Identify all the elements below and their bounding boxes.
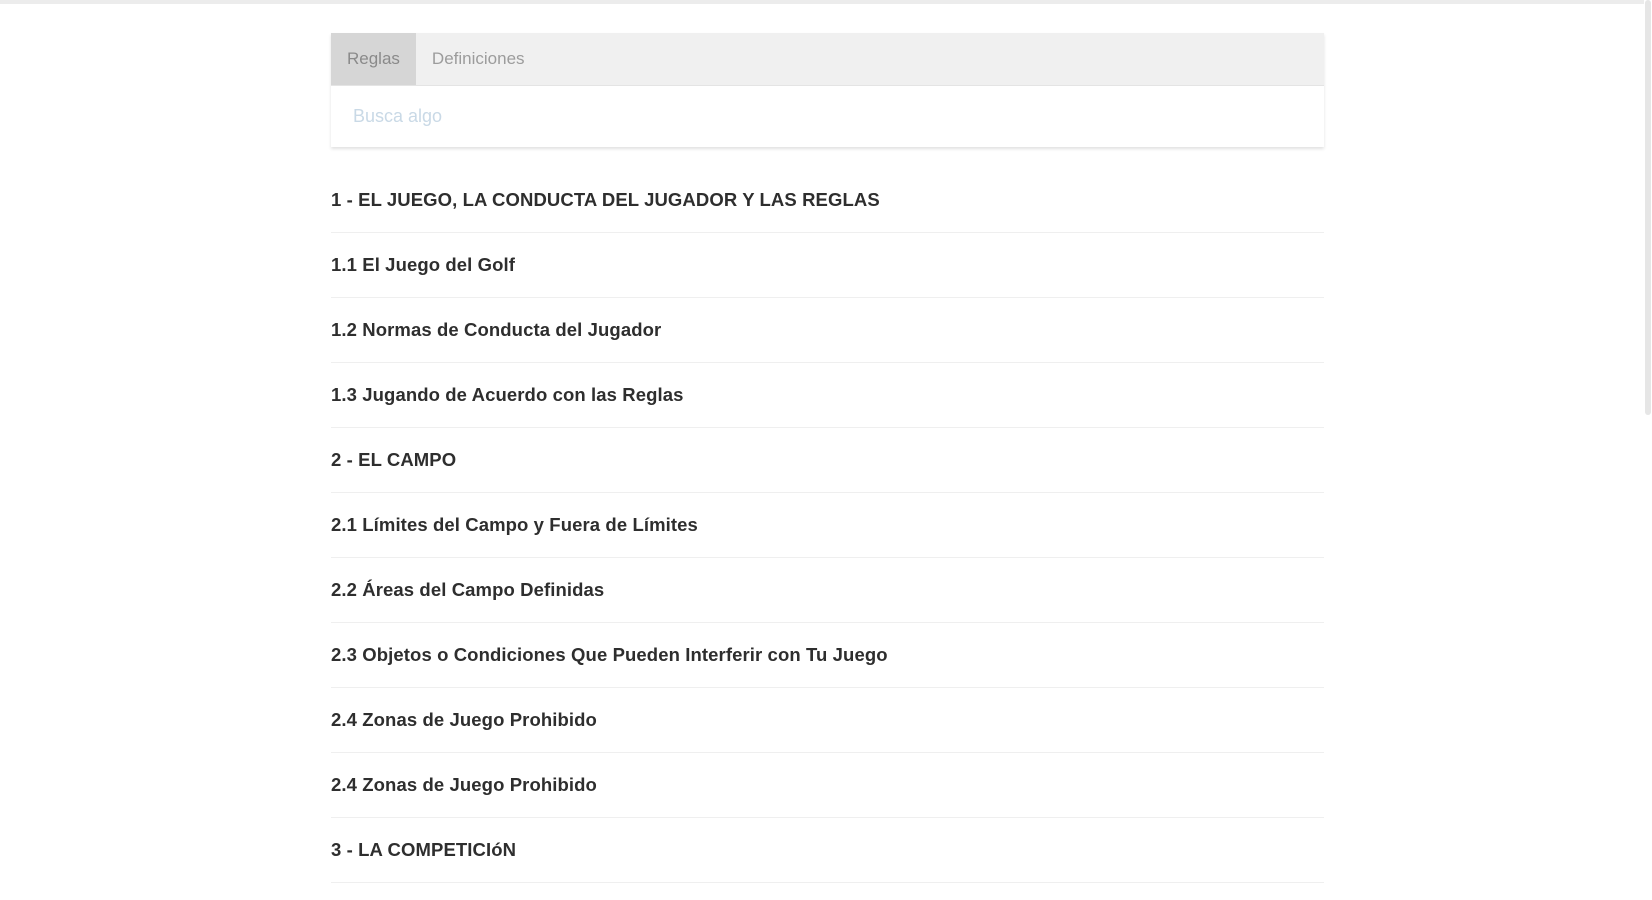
rule-title: 2.4 Zonas de Juego Prohibido (331, 709, 597, 730)
scrollbar-thumb[interactable] (1645, 0, 1651, 415)
rule-title: 2.2 Áreas del Campo Definidas (331, 579, 605, 600)
list-item[interactable]: 3 - LA COMPETICIóN (331, 818, 1324, 883)
search-input[interactable] (351, 105, 1304, 128)
list-item[interactable]: 2 - EL CAMPO (331, 428, 1324, 493)
list-item[interactable]: 1 - EL JUEGO, LA CONDUCTA DEL JUGADOR Y … (331, 168, 1324, 233)
list-item[interactable]: 2.1 Límites del Campo y Fuera de Límites (331, 493, 1324, 558)
tab-bar: Reglas Definiciones (331, 33, 1324, 86)
search-row (331, 86, 1324, 147)
tab-reglas[interactable]: Reglas (331, 33, 416, 85)
list-item[interactable]: 2.2 Áreas del Campo Definidas (331, 558, 1324, 623)
rule-title: 1.1 El Juego del Golf (331, 254, 516, 275)
main-content: Reglas Definiciones 1 - EL JUEGO, LA CON… (331, 33, 1324, 883)
rule-title: 1 - EL JUEGO, LA CONDUCTA DEL JUGADOR Y … (331, 189, 880, 210)
top-bar (0, 0, 1652, 4)
rule-title: 2.3 Objetos o Condiciones Que Pueden Int… (331, 644, 888, 665)
list-item[interactable]: 1.1 El Juego del Golf (331, 233, 1324, 298)
tab-definiciones[interactable]: Definiciones (416, 33, 541, 85)
rule-title: 1.2 Normas de Conducta del Jugador (331, 319, 662, 340)
rule-title: 2.1 Límites del Campo y Fuera de Límites (331, 514, 698, 535)
rule-title: 2 - EL CAMPO (331, 449, 457, 470)
search-panel: Reglas Definiciones (331, 33, 1324, 147)
rule-list: 1 - EL JUEGO, LA CONDUCTA DEL JUGADOR Y … (331, 168, 1324, 883)
rule-title: 3 - LA COMPETICIóN (331, 839, 517, 860)
rule-title: 1.3 Jugando de Acuerdo con las Reglas (331, 384, 684, 405)
list-item[interactable]: 1.2 Normas de Conducta del Jugador (331, 298, 1324, 363)
rule-title: 2.4 Zonas de Juego Prohibido (331, 774, 597, 795)
list-item[interactable]: 2.4 Zonas de Juego Prohibido (331, 688, 1324, 753)
scrollbar[interactable] (1644, 0, 1652, 900)
list-item[interactable]: 1.3 Jugando de Acuerdo con las Reglas (331, 363, 1324, 428)
list-item[interactable]: 2.3 Objetos o Condiciones Que Pueden Int… (331, 623, 1324, 688)
list-item[interactable]: 2.4 Zonas de Juego Prohibido (331, 753, 1324, 818)
